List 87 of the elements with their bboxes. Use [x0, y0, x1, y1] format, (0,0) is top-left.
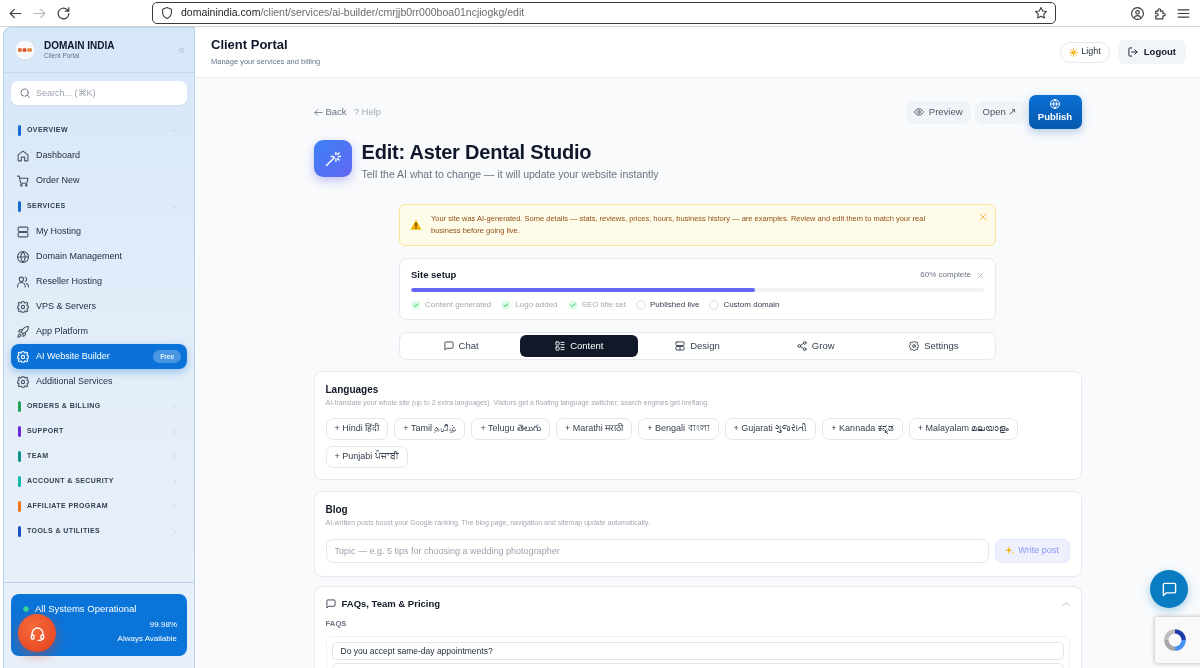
share-icon: [796, 341, 807, 351]
language-chip[interactable]: + Punjabi ਪੰਜਾਬੀ: [325, 446, 408, 468]
gear-icon: [909, 341, 920, 351]
sidebar-item[interactable]: Reseller Hosting: [11, 269, 187, 294]
back-link[interactable]: Back: [313, 104, 347, 120]
puzzle-icon[interactable]: [1154, 6, 1167, 20]
reload-icon: [56, 6, 70, 20]
sidebar-item[interactable]: My Hosting: [11, 219, 187, 244]
sidebar-item[interactable]: VPS & Servers: [11, 294, 187, 319]
list-icon: [555, 341, 566, 351]
step-label: Published live: [650, 299, 700, 310]
sidebar-item[interactable]: Dashboard: [11, 143, 187, 168]
panel-title: Blog: [325, 503, 349, 517]
account-icon[interactable]: [1131, 6, 1144, 20]
cart-icon: [17, 174, 29, 187]
sidebar-item[interactable]: App Platform: [11, 319, 187, 344]
warning-icon: [410, 219, 422, 231]
menu-icon[interactable]: [1177, 6, 1190, 20]
language-chip[interactable]: + Hindi हिंदी: [325, 418, 389, 440]
headset-icon: [29, 625, 45, 641]
home-icon: [17, 149, 29, 162]
status-dot-icon: [23, 606, 29, 612]
arrow-right-icon: [32, 6, 46, 20]
progress-text: 60% complete: [920, 269, 971, 281]
tab[interactable]: Grow: [756, 335, 875, 357]
sun-icon: [1069, 47, 1079, 57]
tab[interactable]: Settings: [874, 335, 993, 357]
step-label: Custom domain: [723, 299, 780, 310]
language-chip[interactable]: + Malayalam മലയാളം: [908, 418, 1019, 440]
people-icon: [17, 275, 29, 288]
page-title: Client Portal: [211, 37, 289, 54]
language-chip[interactable]: + Telugu తెలుగు: [471, 418, 550, 440]
tab[interactable]: Chat: [402, 335, 521, 357]
publish-button[interactable]: Publish: [1028, 95, 1082, 129]
gear-icon: [17, 350, 29, 363]
step-label: Logo added: [515, 299, 558, 310]
chat-bubble-icon: [443, 341, 454, 351]
url-text: domainindia.com/client/services/ai-builder/cmrjjb0rr000boa01ncjiogkg/edit: [181, 5, 526, 21]
setup-title: Site setup: [411, 268, 457, 282]
editor-title: Edit: Aster Dental Studio: [361, 140, 593, 164]
search-field[interactable]: Search... (⌘K): [11, 81, 187, 105]
sidebar-item[interactable]: Additional Services: [11, 369, 187, 394]
segmented-ring-icon: [1162, 627, 1188, 653]
theme-toggle-button[interactable]: Light: [1060, 41, 1110, 63]
magic-wand-icon: [313, 140, 352, 177]
logout-button[interactable]: Logout: [1117, 40, 1186, 64]
preview-button[interactable]: Preview: [905, 100, 971, 124]
arrow-left-icon: [8, 6, 22, 20]
language-chip[interactable]: + Bengali বাংলা: [638, 418, 719, 440]
chat-bubble-icon: [325, 599, 336, 609]
accordion-toggle[interactable]: FAQs, Team & Pricing: [325, 597, 1070, 611]
step-label: Content generated: [425, 299, 492, 310]
language-chip[interactable]: + Marathi मराठी: [556, 418, 633, 440]
layout-icon: [675, 341, 686, 351]
logout-icon: [1127, 47, 1138, 57]
address-bar[interactable]: domainindia.com/client/services/ai-builder/cmrjjb0rr000boa01ncjiogkg/edit: [152, 2, 1056, 24]
language-chip[interactable]: + Gujarati ગુજરાતી: [724, 418, 817, 440]
language-chip[interactable]: + Tamil தமிழ்: [394, 418, 466, 440]
panel-title: Languages: [325, 383, 380, 397]
topic-field[interactable]: Topic — e.g. 5 tips for choosing a wedding photographer: [325, 539, 989, 563]
editor-subtitle: Tell the AI what to change — it will update your website instantly: [361, 168, 659, 180]
server-icon: [17, 225, 29, 238]
status-text: All Systems Operational: [35, 603, 137, 615]
language-chip[interactable]: + Kannada ಕನ್ನಡ: [822, 418, 903, 440]
logo-icon: [14, 39, 36, 61]
rocket-icon: [17, 325, 29, 338]
arrow-left-icon: [313, 107, 323, 117]
search-icon: [20, 88, 30, 98]
step-label: SEO title set: [581, 299, 626, 310]
uptime-text: 99.98%: [149, 619, 177, 631]
eye-icon: [913, 107, 924, 117]
shield-icon: [161, 7, 173, 19]
globe-icon: [1050, 99, 1060, 110]
sidebar-item[interactable]: Order New: [11, 168, 187, 193]
tab[interactable]: Content: [520, 335, 639, 357]
globe-icon: [17, 250, 29, 263]
tab[interactable]: Design: [638, 335, 757, 357]
gear-icon: [17, 375, 29, 388]
star-icon[interactable]: [1035, 7, 1047, 19]
chat-bubble-icon: [1161, 581, 1177, 597]
sparkle-icon: [1005, 546, 1016, 556]
question-field[interactable]: Do you accept same-day appointments?: [331, 642, 1064, 660]
availability-text: Always Available: [117, 633, 177, 645]
sidebar-item[interactable]: Domain Management: [11, 244, 187, 269]
brand-name: DOMAIN INDIA: [44, 39, 116, 53]
gear-icon: [17, 300, 29, 313]
open-button[interactable]: Open ↗: [974, 100, 1025, 124]
